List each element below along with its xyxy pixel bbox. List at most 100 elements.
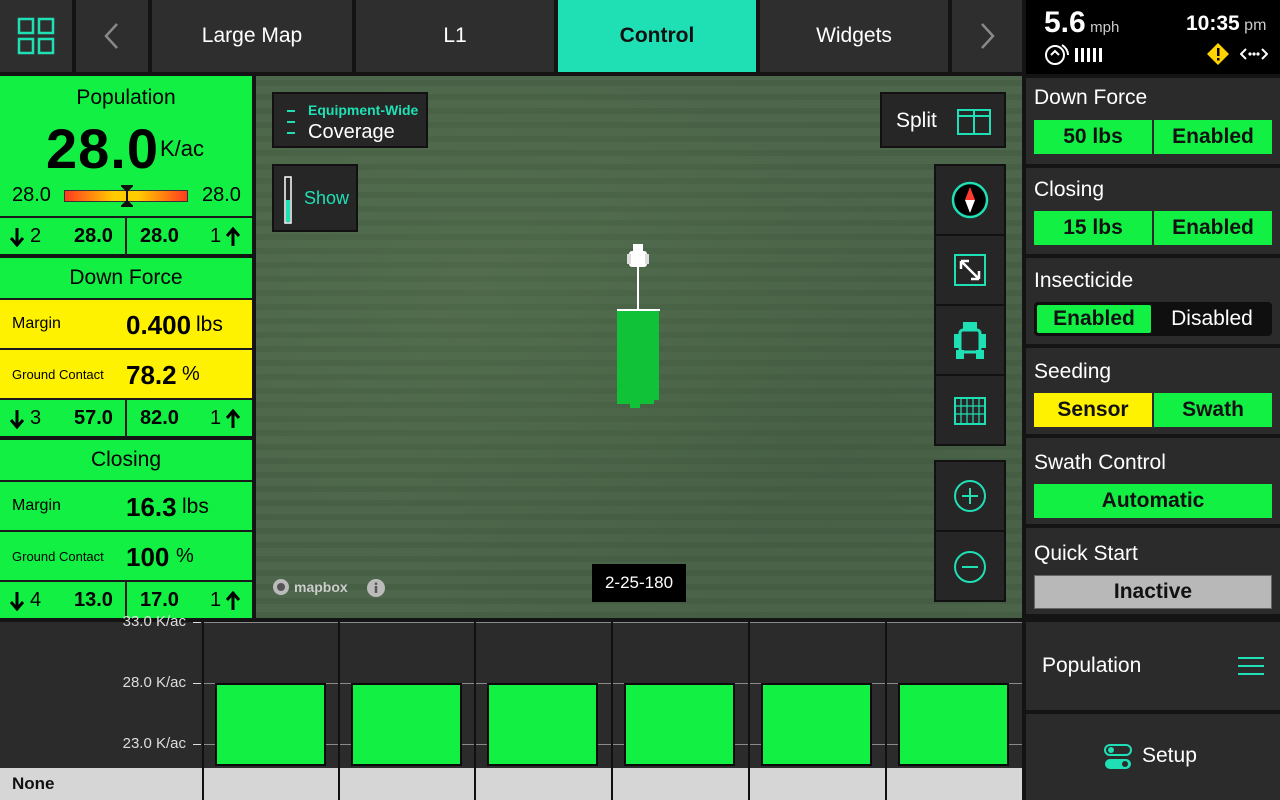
tab-l1[interactable]: L1 — [356, 0, 554, 72]
row-bar[interactable] — [898, 682, 1009, 766]
chevron-left-icon — [104, 23, 118, 49]
downforce-margin-label: Margin — [12, 315, 61, 332]
downforce-enabled-button[interactable]: Enabled — [1154, 120, 1272, 154]
signal-bars-icon — [1075, 48, 1102, 62]
downforce-title: Down Force — [0, 258, 252, 298]
row-bar[interactable] — [487, 682, 598, 766]
split-label: Split — [896, 109, 937, 132]
status-area: 5.6 mph 10:35 pm — [1026, 0, 1280, 74]
population-gauge — [64, 185, 188, 207]
compass-button[interactable] — [936, 166, 1004, 236]
equipment-wide-label: Equipment-Wide — [308, 102, 419, 118]
population-menu-button[interactable]: Population — [1026, 622, 1280, 710]
row-bar[interactable] — [351, 682, 462, 766]
arrow-up-icon — [226, 227, 240, 246]
map-tool-stack — [934, 164, 1006, 446]
quickstart-inactive-button[interactable]: Inactive — [1034, 575, 1272, 609]
apps-grid-button[interactable] — [0, 0, 72, 72]
control-quickstart: Quick Start Inactive — [1026, 528, 1280, 614]
tab-control[interactable]: Control — [558, 0, 756, 72]
field-map[interactable]: Equipment-Wide Coverage Show Split mapbo… — [256, 76, 1022, 618]
coverage-label: Coverage — [308, 121, 395, 143]
closing-gc-label: Ground Contact — [12, 549, 104, 564]
seeding-swath-button[interactable]: Swath — [1154, 393, 1272, 427]
tab-widgets[interactable]: Widgets — [760, 0, 948, 72]
y-tick-label: 28.0 K/ac — [122, 673, 186, 691]
toggle-settings-icon — [1104, 744, 1132, 769]
arrow-up-icon — [226, 591, 240, 610]
closing-card[interactable]: Closing Margin 16.3 lbs Ground Contact 1… — [0, 440, 252, 620]
population-high-count: 1 — [210, 225, 222, 247]
prev-tab-button[interactable] — [76, 0, 148, 72]
arrow-up-icon — [226, 409, 240, 428]
insecticide-disabled-button[interactable]: Disabled — [1154, 305, 1270, 333]
column-separator — [474, 622, 476, 768]
downforce-gc-unit: % — [182, 363, 200, 385]
warning-icon[interactable] — [1206, 42, 1230, 66]
column-separator — [885, 622, 887, 768]
control-closing: Closing 15 lbs Enabled — [1026, 168, 1280, 254]
downforce-gc-label: Ground Contact — [12, 367, 104, 382]
y-tick-mark — [193, 682, 201, 684]
legend-bar-icon — [284, 176, 292, 224]
control-seeding: Seeding Sensor Swath — [1026, 348, 1280, 434]
population-row-chart: 33.0 K/ac 28.0 K/ac 23.0 K/ac — [0, 613, 1022, 768]
plus-circle-icon — [954, 480, 986, 512]
downforce-card[interactable]: Down Force Margin 0.400 lbs Ground Conta… — [0, 258, 252, 438]
y-tick-label: 33.0 K/ac — [122, 613, 186, 630]
split-view-button[interactable]: Split — [880, 92, 1006, 148]
clock-time: 10:35 — [1186, 12, 1240, 35]
downforce-low-value: 57.0 — [74, 407, 113, 429]
closing-value-button[interactable]: 15 lbs — [1034, 211, 1152, 245]
control-swath-title: Swath Control — [1034, 451, 1166, 474]
speed-value: 5.6 — [1044, 6, 1086, 39]
control-seeding-title: Seeding — [1034, 360, 1112, 383]
coverage-layer-button[interactable]: Equipment-Wide Coverage — [272, 92, 428, 148]
population-card[interactable]: Population 28.0 K/ac 28.0 28.0 2 28.0 28… — [0, 76, 252, 256]
info-icon[interactable] — [366, 578, 386, 598]
setup-button[interactable]: Setup — [1026, 714, 1280, 800]
y-tick-mark — [193, 622, 201, 623]
location-code: 2-25-180 — [592, 564, 686, 602]
setup-label: Setup — [1142, 744, 1197, 767]
population-title: Population — [76, 86, 176, 109]
column-separator — [202, 622, 204, 768]
closing-gc-value: 100 — [126, 542, 170, 572]
gauge-pointer-icon — [121, 185, 133, 207]
population-value: 28.0 — [46, 117, 159, 180]
column-separator — [748, 622, 750, 768]
insecticide-enabled-button[interactable]: Enabled — [1037, 305, 1151, 333]
row-bar[interactable] — [761, 682, 872, 766]
seeding-sensor-button[interactable]: Sensor — [1034, 393, 1152, 427]
population-low-count: 2 — [30, 225, 42, 247]
tab-large-map[interactable]: Large Map — [152, 0, 352, 72]
chevron-right-icon — [981, 23, 995, 49]
chart-footer-label: None — [12, 774, 55, 793]
coverage-area — [617, 309, 660, 408]
next-tab-button[interactable] — [952, 0, 1022, 72]
control-closing-title: Closing — [1034, 178, 1105, 201]
closing-low-value: 13.0 — [74, 589, 113, 611]
column-separator — [611, 622, 613, 768]
zoom-in-button[interactable] — [936, 462, 1004, 532]
expand-icon — [954, 254, 986, 286]
population-high-value: 28.0 — [140, 225, 179, 247]
zoom-out-button[interactable] — [936, 532, 1004, 602]
closing-enabled-button[interactable]: Enabled — [1154, 211, 1272, 245]
arrow-down-icon — [10, 410, 24, 429]
downforce-gc-value: 78.2 — [126, 360, 177, 390]
fullscreen-button[interactable] — [936, 236, 1004, 306]
row-bar[interactable] — [215, 682, 326, 766]
closing-margin-value: 16.3 — [126, 492, 177, 522]
row-bar[interactable] — [624, 682, 735, 766]
y-tick-mark — [193, 743, 201, 745]
field-grid-button[interactable] — [936, 376, 1004, 446]
show-legend-button[interactable]: Show — [272, 164, 358, 232]
split-view-icon — [957, 109, 991, 135]
downforce-value-button[interactable]: 50 lbs — [1034, 120, 1152, 154]
layers-list-icon — [287, 110, 295, 134]
swath-automatic-button[interactable]: Automatic — [1034, 484, 1272, 518]
closing-margin-label: Margin — [12, 497, 61, 514]
tractor-center-button[interactable] — [936, 306, 1004, 376]
population-unit: K/ac — [160, 136, 205, 161]
